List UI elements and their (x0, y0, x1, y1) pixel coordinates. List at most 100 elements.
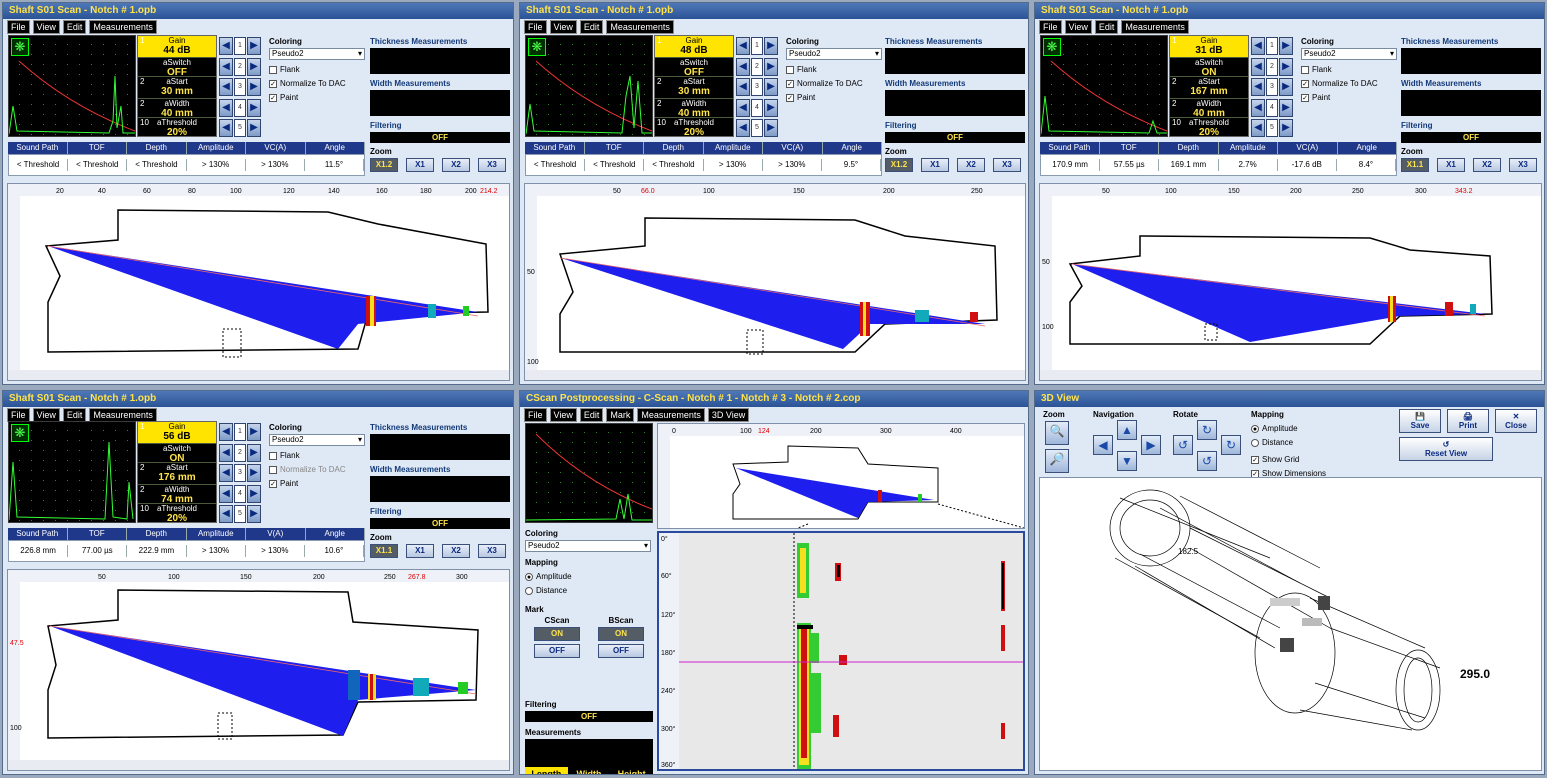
coloring-select[interactable]: Pseudo2 (269, 48, 365, 60)
b-scan-view[interactable]: 20 40 60 80 100 120 140 160 180 200 214.2 (7, 183, 510, 381)
zoom-x1-button[interactable]: X1 (1437, 158, 1465, 172)
increase-arrow-icon[interactable]: ▶ (247, 484, 261, 503)
increase-arrow-icon[interactable]: ▶ (247, 119, 261, 137)
3d-model-view[interactable]: 182.5 295.0 (1039, 477, 1542, 771)
key-2[interactable]: 2 (234, 443, 246, 462)
decrease-arrow-icon[interactable]: ◀ (219, 98, 233, 117)
rotate-up-icon[interactable]: ↻ (1197, 420, 1217, 440)
cscan-on-button[interactable]: ON (534, 627, 580, 641)
zoom-x2-button[interactable]: X2 (957, 158, 985, 172)
athreshold-field[interactable]: 10 aThreshold 20% (1170, 118, 1248, 140)
decrease-arrow-icon[interactable]: ◀ (1251, 98, 1265, 117)
zoom-active-button[interactable]: X1.2 (885, 158, 913, 172)
distance-radio[interactable] (1251, 438, 1259, 447)
decrease-arrow-icon[interactable]: ◀ (1251, 78, 1265, 96)
key-1[interactable]: 1 (751, 37, 763, 55)
gain-field[interactable]: 1 Gain 44 dB (138, 36, 216, 58)
key-2[interactable]: 2 (1266, 57, 1278, 76)
increase-arrow-icon[interactable]: ▶ (247, 464, 261, 482)
nav-left-icon[interactable]: ◀ (1093, 435, 1113, 455)
menu-measurements[interactable]: Measurements (1121, 20, 1189, 34)
menu-edit[interactable]: Edit (62, 408, 87, 422)
normalize-dac-checkbox[interactable] (269, 465, 277, 474)
athreshold-field[interactable]: 10 aThreshold 20% (138, 504, 216, 526)
nav-up-icon[interactable]: ▲ (1117, 420, 1137, 440)
increase-arrow-icon[interactable]: ▶ (764, 119, 778, 137)
increase-arrow-icon[interactable]: ▶ (764, 78, 778, 96)
key-3[interactable]: 3 (751, 78, 763, 96)
zoom-x3-button[interactable]: X3 (1509, 158, 1537, 172)
athreshold-field[interactable]: 10 aThreshold 20% (655, 118, 733, 140)
menu-view[interactable]: View (32, 408, 60, 422)
zoom-x2-button[interactable]: X2 (442, 544, 470, 558)
menu-edit[interactable]: Edit (579, 20, 604, 34)
menu-measurements[interactable]: Measurements (89, 408, 157, 422)
bscan-off-button[interactable]: OFF (598, 644, 644, 658)
zoom-in-icon[interactable]: 🔍 (1045, 421, 1069, 445)
astart-field[interactable]: 2 aStart 30 mm (138, 77, 216, 99)
distance-radio[interactable] (525, 586, 533, 595)
key-5[interactable]: 5 (751, 119, 763, 137)
astart-field[interactable]: 2 aStart 167 mm (1170, 77, 1248, 99)
cscan-off-button[interactable]: OFF (534, 644, 580, 658)
reset-view-button[interactable]: ↺ Reset View (1399, 437, 1493, 461)
decrease-arrow-icon[interactable]: ◀ (219, 119, 233, 137)
a-scan-display[interactable]: ❋ (525, 35, 653, 137)
aswitch-field[interactable]: aSwitch OFF (655, 58, 733, 78)
close-button[interactable]: ✕ Close (1495, 409, 1537, 433)
key-4[interactable]: 4 (234, 484, 246, 503)
zoom-active-button[interactable]: X1.1 (370, 544, 398, 558)
awidth-field[interactable]: 2 aWidth 74 mm (138, 485, 216, 505)
menu-edit[interactable]: Edit (62, 20, 87, 34)
b-scan-view[interactable]: 50 66.0 100 150 200 250 50 100 (524, 183, 1026, 381)
rotate-left-icon[interactable]: ↺ (1173, 435, 1193, 455)
rotate-right-icon[interactable]: ↻ (1221, 435, 1241, 455)
key-3[interactable]: 3 (1266, 78, 1278, 96)
zoom-x3-button[interactable]: X3 (993, 158, 1021, 172)
a-scan-display[interactable]: ❋ (8, 35, 136, 137)
rotate-down-icon[interactable]: ↺ (1197, 451, 1217, 471)
b-scan-view[interactable]: 50 100 150 200 250 300 343.2 50 100 (1039, 183, 1542, 381)
increase-arrow-icon[interactable]: ▶ (1279, 37, 1293, 55)
decrease-arrow-icon[interactable]: ◀ (1251, 119, 1265, 137)
zoom-x2-button[interactable]: X2 (1473, 158, 1501, 172)
a-scan-display[interactable]: ❋ (8, 421, 136, 523)
key-1[interactable]: 1 (234, 423, 246, 441)
coloring-select[interactable]: Pseudo2 (786, 48, 882, 60)
freeze-icon[interactable]: ❋ (11, 424, 29, 442)
menu-view[interactable]: View (32, 20, 60, 34)
increase-arrow-icon[interactable]: ▶ (1279, 78, 1293, 96)
filtering-toggle[interactable]: OFF (370, 518, 510, 529)
width-tab[interactable]: Width (568, 767, 611, 774)
b-scan-view[interactable]: 50 100 150 200 250 267.8 300 47.5 100 (7, 569, 510, 771)
awidth-field[interactable]: 2 aWidth 40 mm (138, 99, 216, 119)
decrease-arrow-icon[interactable]: ◀ (1251, 57, 1265, 76)
freeze-icon[interactable]: ❋ (528, 38, 546, 56)
key-3[interactable]: 3 (234, 464, 246, 482)
gain-field[interactable]: 1 Gain 31 dB (1170, 36, 1248, 58)
amplitude-radio[interactable]: ● (1251, 424, 1259, 433)
menu-measurements[interactable]: Measurements (606, 20, 674, 34)
gain-field[interactable]: 1 Gain 56 dB (138, 422, 216, 444)
increase-arrow-icon[interactable]: ▶ (247, 505, 261, 523)
menu-view[interactable]: View (549, 408, 577, 422)
menu-file[interactable]: File (7, 408, 30, 422)
show-grid-checkbox[interactable]: ✓ (1251, 455, 1259, 464)
amplitude-radio[interactable]: ● (525, 572, 533, 581)
zoom-x1-button[interactable]: X1 (406, 544, 434, 558)
key-2[interactable]: 2 (234, 57, 246, 76)
decrease-arrow-icon[interactable]: ◀ (736, 98, 750, 117)
flank-checkbox[interactable] (269, 451, 277, 460)
length-tab[interactable]: Length (525, 767, 568, 774)
menu-view[interactable]: View (1064, 20, 1092, 34)
decrease-arrow-icon[interactable]: ◀ (736, 37, 750, 55)
menu-measurements[interactable]: Measurements (637, 408, 705, 422)
decrease-arrow-icon[interactable]: ◀ (219, 505, 233, 523)
menu-file[interactable]: File (7, 20, 30, 34)
key-5[interactable]: 5 (234, 505, 246, 523)
zoom-active-button[interactable]: X1.2 (370, 158, 398, 172)
menu-file[interactable]: File (1039, 20, 1062, 34)
paint-checkbox[interactable]: ✓ (269, 93, 277, 102)
increase-arrow-icon[interactable]: ▶ (764, 57, 778, 76)
filtering-toggle[interactable]: OFF (525, 711, 653, 722)
